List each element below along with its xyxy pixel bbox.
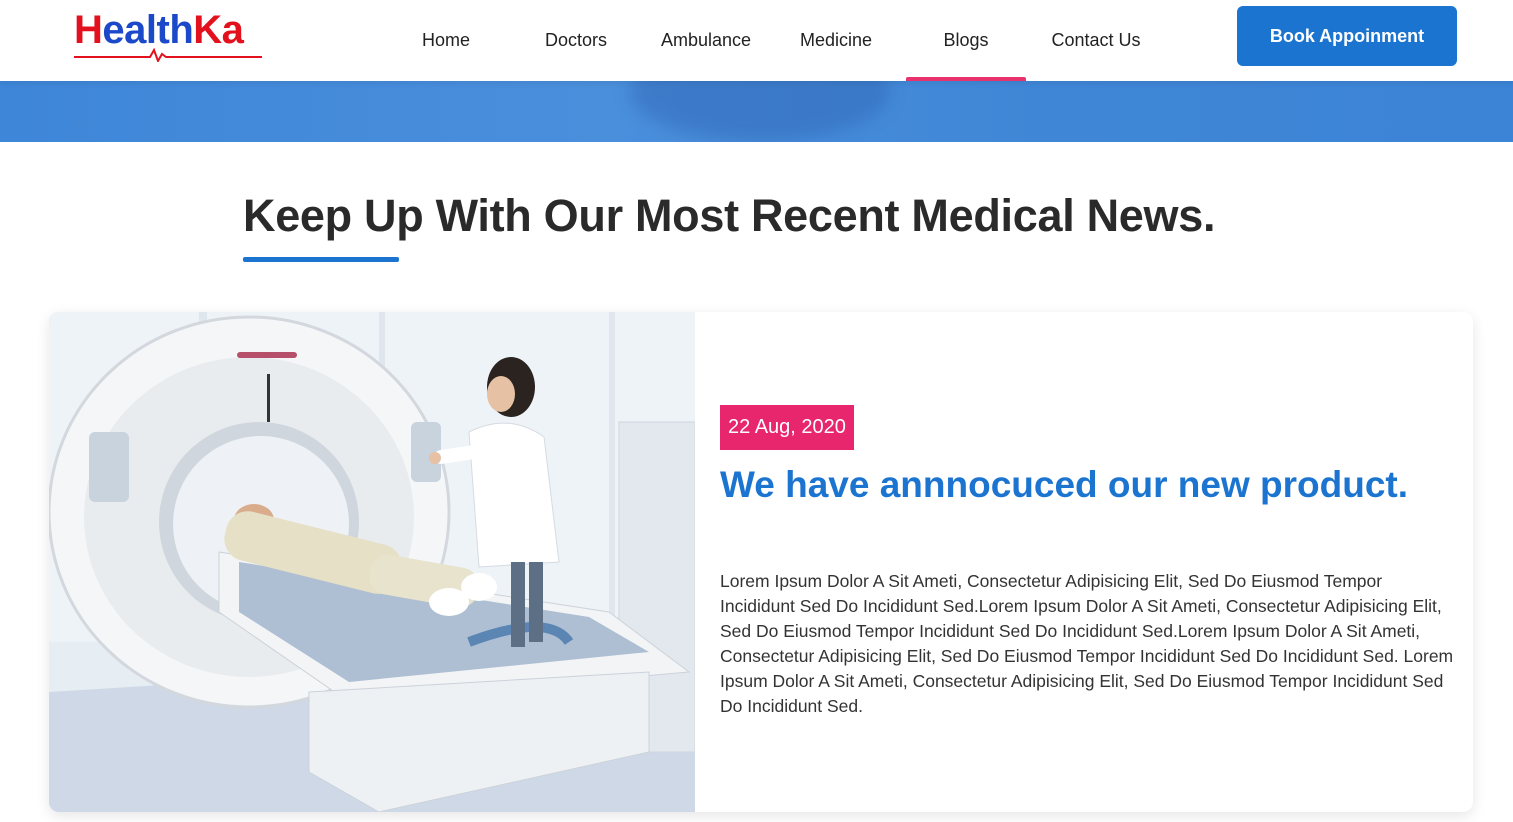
nav-item-blogs[interactable]: Blogs (906, 0, 1026, 81)
logo-letter-h: H (74, 8, 103, 52)
hero-banner-strip (0, 81, 1513, 142)
section-title: Keep Up With Our Most Recent Medical New… (243, 190, 1216, 241)
book-appointment-button[interactable]: Book Appoinment (1237, 6, 1457, 66)
post-title[interactable]: We have annnocuced our new product. (720, 462, 1420, 507)
nav-label: Contact Us (1051, 30, 1141, 50)
banner-decoration (630, 81, 890, 141)
nav-label: Ambulance (660, 30, 752, 50)
nav-item-contact-us[interactable]: Contact Us (1036, 0, 1156, 81)
nav-item-medicine[interactable]: Medicine (776, 0, 896, 81)
nav-item-ambulance[interactable]: Ambulance (646, 0, 766, 81)
heartbeat-icon (74, 48, 262, 62)
nav-label: Blogs (943, 30, 989, 50)
ct-scan-illustration (49, 312, 695, 812)
logo-letters-ealth: ealth (102, 8, 194, 52)
nav-label: Home (421, 30, 470, 50)
ct-scan-image[interactable] (49, 312, 695, 812)
post-excerpt: Lorem Ipsum Dolor A Sit Ameti, Consectet… (720, 571, 1454, 716)
post-date-badge: 22 Aug, 2020 (720, 405, 854, 450)
nav-item-doctors[interactable]: Doctors (516, 0, 636, 81)
nav-item-home[interactable]: Home (386, 0, 506, 81)
title-underline (243, 257, 399, 262)
nav-label: Medicine (799, 30, 873, 50)
logo-wordmark: HealthKa (74, 8, 264, 52)
healthka-logo[interactable]: HealthKa (74, 8, 264, 64)
blog-card: 22 Aug, 2020 We have annnocuced our new … (49, 312, 1473, 812)
nav-label: Doctors (544, 30, 607, 50)
logo-letters-ka: Ka (193, 8, 244, 52)
site-header: HealthKa Home Doctors Ambulance Medicine… (0, 0, 1513, 81)
